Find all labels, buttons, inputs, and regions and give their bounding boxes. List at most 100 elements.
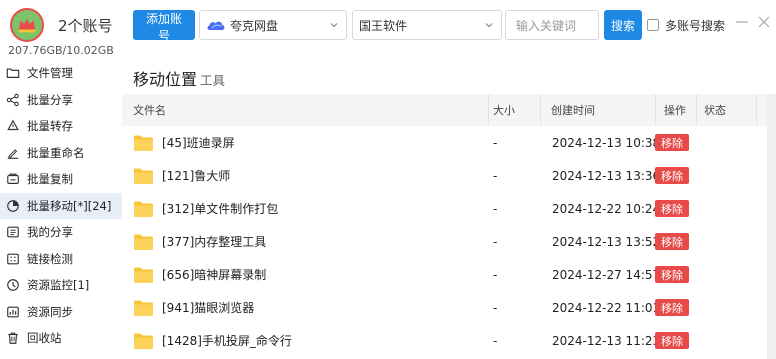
file-size: - [493, 267, 498, 282]
file-table: 文件名 大小 创建时间 操作 状态 [45]班迪录屏 - 2024-12-13 … [122, 94, 776, 357]
file-name: [656]暗神屏幕录制 [162, 268, 267, 282]
remove-button[interactable]: 移除 [655, 299, 689, 316]
file-created: 2024-12-13 13:52 [552, 234, 661, 249]
file-name-cell: [656]暗神屏幕录制 [134, 258, 266, 291]
file-name-cell: [941]猫眼浏览器 [134, 291, 254, 324]
sidebar-item-label: 资源同步 [27, 304, 73, 319]
header-divider [696, 94, 697, 126]
table-row[interactable]: [656]暗神屏幕录制 - 2024-12-27 14:57 移除 [122, 258, 776, 291]
drive-select-value: 夸克网盘 [230, 18, 279, 33]
sidebar-item-label: 批量复制 [27, 172, 73, 187]
file-size: - [493, 300, 498, 315]
remove-button[interactable]: 移除 [655, 200, 689, 217]
header-size[interactable]: 大小 [493, 94, 515, 126]
remove-button[interactable]: 移除 [655, 167, 689, 184]
table-row[interactable]: [121]鲁大师 - 2024-12-13 13:36 移除 [122, 159, 776, 192]
folder-icon [134, 135, 153, 151]
account-select[interactable]: 国王软件 [352, 10, 502, 40]
file-name: [45]班迪录屏 [162, 136, 235, 150]
table-row[interactable]: [1428]手机投屏_命令行 - 2024-12-13 11:23 移除 [122, 324, 776, 357]
header-divider [756, 94, 757, 126]
header-name[interactable]: 文件名 [133, 94, 166, 126]
page-title: 移动位置 工具 [133, 66, 225, 90]
file-name-cell: [312]单文件制作打包 [134, 192, 278, 225]
account-name: 2个账号 [58, 16, 113, 35]
sidebar-item-recycle-bin[interactable]: 回收站 [0, 325, 122, 352]
sidebar-item-label: 批量移动[*][24] [27, 198, 112, 213]
storage-usage: 207.76GB/10.02GB [8, 44, 114, 57]
file-name-cell: [1428]手机投屏_命令行 [134, 324, 292, 357]
crown-icon [18, 18, 36, 33]
remove-button[interactable]: 移除 [655, 266, 689, 283]
multi-account-search-toggle[interactable]: 多账号搜索 [647, 10, 725, 40]
file-name: [941]猫眼浏览器 [162, 301, 255, 315]
folder-icon [134, 201, 153, 217]
my-share-icon [6, 225, 20, 239]
add-account-button[interactable]: 添加账号 [133, 10, 195, 43]
table-row[interactable]: [312]单文件制作打包 - 2024-12-22 10:24 移除 [122, 192, 776, 225]
sidebar-item-label: 文件管理 [27, 66, 73, 81]
page-title-text: 移动位置 [133, 70, 198, 89]
file-size: - [493, 234, 498, 249]
table-row[interactable]: [941]猫眼浏览器 - 2024-12-22 11:01 移除 [122, 291, 776, 324]
file-name: [1428]手机投屏_命令行 [162, 334, 292, 348]
chevron-down-icon [330, 23, 338, 28]
table-row[interactable]: [45]班迪录屏 - 2024-12-13 10:38 移除 [122, 126, 776, 159]
sidebar-item-file-manage[interactable]: 文件管理 [0, 60, 122, 87]
file-name-cell: [121]鲁大师 [134, 159, 230, 192]
file-created: 2024-12-27 14:57 [552, 267, 661, 282]
remove-button[interactable]: 移除 [655, 332, 689, 349]
rename-icon [6, 146, 20, 160]
account-select-value: 国王软件 [359, 18, 408, 33]
sidebar-menu: 文件管理 批量分享 批量转存 批量重命名 批量复制 批量移动[*][24] 我的… [0, 60, 122, 352]
sidebar-item-batch-share[interactable]: 批量分享 [0, 87, 122, 114]
multi-account-search-checkbox[interactable] [647, 19, 659, 31]
sidebar-item-link-check[interactable]: 链接检测 [0, 246, 122, 273]
close-icon[interactable] [756, 14, 772, 30]
chevron-down-icon [485, 23, 493, 28]
recycle-icon [6, 119, 20, 133]
link-check-icon [6, 252, 20, 266]
sidebar-item-resource-monitor[interactable]: 资源监控[1] [0, 272, 122, 299]
sidebar-item-label: 批量转存 [27, 119, 73, 134]
sidebar-item-batch-move[interactable]: 批量移动[*][24] [0, 192, 122, 219]
sidebar-item-resource-sync[interactable]: 资源同步 [0, 299, 122, 326]
table-scrollbar[interactable] [767, 94, 776, 359]
search-button[interactable]: 搜索 [604, 10, 642, 40]
header-created[interactable]: 创建时间 [551, 94, 595, 126]
table-row[interactable]: [377]内存整理工具 - 2024-12-13 13:52 移除 [122, 225, 776, 258]
avatar[interactable] [10, 8, 44, 42]
file-name-cell: [45]班迪录屏 [134, 126, 235, 159]
folder-icon [134, 234, 153, 250]
sync-icon [6, 305, 20, 319]
account-switcher[interactable]: 2个账号 [10, 8, 113, 42]
header-divider [540, 94, 541, 126]
file-size: - [493, 201, 498, 216]
header-action: 操作 [664, 104, 686, 117]
sidebar-item-batch-rename[interactable]: 批量重命名 [0, 140, 122, 167]
move-icon [6, 199, 20, 213]
file-created: 2024-12-22 11:01 [552, 300, 661, 315]
trash-icon [6, 331, 20, 345]
sidebar-item-batch-transfer[interactable]: 批量转存 [0, 113, 122, 140]
sidebar-item-batch-copy[interactable]: 批量复制 [0, 166, 122, 193]
folder-icon [134, 267, 153, 283]
sidebar-item-my-share[interactable]: 我的分享 [0, 219, 122, 246]
remove-button[interactable]: 移除 [655, 134, 689, 151]
remove-button[interactable]: 移除 [655, 233, 689, 250]
sidebar-item-label: 资源监控[1] [27, 278, 90, 293]
file-created: 2024-12-13 11:23 [552, 333, 661, 348]
copy-icon [6, 172, 20, 186]
page-subtitle: 工具 [200, 73, 226, 88]
minimize-icon[interactable] [734, 14, 750, 30]
file-size: - [493, 168, 498, 183]
file-created: 2024-12-13 13:36 [552, 168, 661, 183]
sidebar-item-label: 链接检测 [27, 251, 73, 266]
folder-outline-icon [6, 66, 20, 80]
share-icon [6, 93, 20, 107]
drive-select[interactable]: 夸克网盘 [199, 10, 347, 40]
search-input[interactable]: 输入关键词 [505, 10, 599, 40]
file-name-cell: [377]内存整理工具 [134, 225, 266, 258]
file-name: [312]单文件制作打包 [162, 202, 279, 216]
quark-cloud-icon [207, 21, 225, 30]
